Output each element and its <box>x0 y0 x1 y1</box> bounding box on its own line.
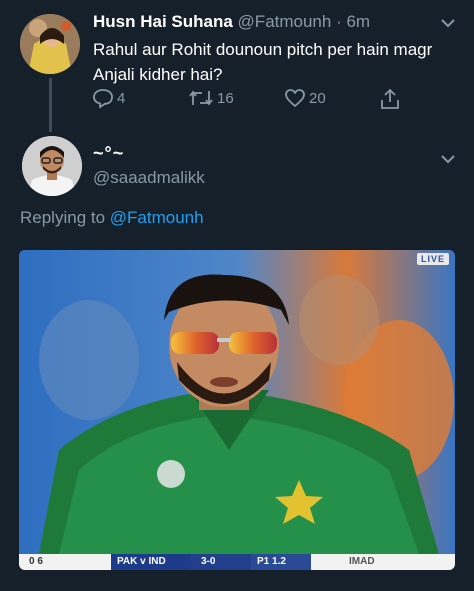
user-handle[interactable]: @Fatmounh <box>238 12 332 31</box>
innings-info: P1 1.2 <box>251 554 311 570</box>
live-badge: LIVE <box>416 253 449 265</box>
tweet-image[interactable]: LIVE 0 6 PAK v IND 3-0 P1 1.2 IMAD <box>19 250 455 570</box>
avatar-fatmounh[interactable] <box>20 14 80 74</box>
tweet-text: Rahul aur Rohit dounoun pitch per hain m… <box>93 40 433 84</box>
chevron-down-icon[interactable] <box>440 154 456 164</box>
replying-to: Replying to @Fatmounh <box>20 208 204 228</box>
heart-icon <box>285 89 305 108</box>
share-icon <box>381 88 399 109</box>
retweet-button[interactable]: 16 <box>188 88 234 108</box>
reply-count: 4 <box>117 89 126 107</box>
like-count: 20 <box>309 89 326 107</box>
replying-prefix: Replying to <box>20 208 110 227</box>
cricket-player-photo <box>19 250 455 554</box>
score-left: 0 6 <box>29 556 43 567</box>
thread-connector <box>49 78 52 132</box>
retweet-count: 16 <box>217 89 234 107</box>
tweet-actions: 4 16 20 <box>90 88 420 112</box>
like-button[interactable]: 20 <box>284 88 326 108</box>
display-name[interactable]: ~°~ <box>93 143 124 164</box>
share-button[interactable] <box>380 88 400 110</box>
avatar-saaadmalikk[interactable] <box>22 136 82 196</box>
chevron-down-icon[interactable] <box>440 18 456 28</box>
reply-icon <box>93 89 113 108</box>
match-score: 3-0 <box>191 554 251 570</box>
match-label: PAK v IND <box>111 554 191 570</box>
retweet-icon <box>189 90 213 106</box>
score-bar: 0 6 PAK v IND 3-0 P1 1.2 IMAD <box>19 554 455 570</box>
reply-button[interactable]: 4 <box>92 88 125 108</box>
display-name[interactable]: Husn Hai Suhana <box>93 12 233 31</box>
timestamp[interactable]: 6m <box>346 12 370 31</box>
mention-link[interactable]: @Fatmounh <box>110 208 204 227</box>
tweet-header: Husn Hai Suhana @Fatmounh · 6m <box>93 12 370 32</box>
user-handle[interactable]: @saaadmalikk <box>93 168 205 188</box>
batsman-name: IMAD <box>349 556 375 567</box>
separator: · <box>331 12 347 31</box>
